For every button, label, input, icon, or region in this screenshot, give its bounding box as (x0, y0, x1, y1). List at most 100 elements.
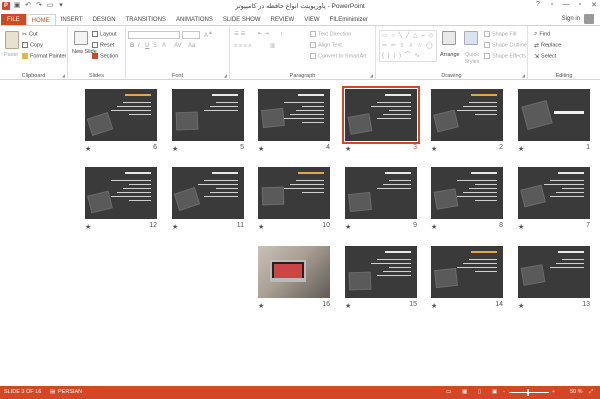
normal-view-icon[interactable]: ▭ (446, 389, 451, 395)
columns-icon[interactable]: ▥ (270, 43, 275, 49)
slide-preview[interactable] (518, 167, 590, 219)
slide-preview[interactable] (518, 246, 590, 298)
format-painter-button[interactable]: Format Painter (22, 53, 66, 59)
italic-icon[interactable]: I (138, 43, 140, 49)
slide-transition-star-icon[interactable]: ★ (172, 145, 178, 153)
close-button[interactable]: ✕ (590, 1, 598, 9)
restore-button[interactable]: ▫ (576, 1, 584, 9)
slide-preview[interactable] (85, 89, 157, 141)
slide-preview[interactable] (258, 89, 330, 141)
slide-thumbnail[interactable]: ★ 6 (85, 89, 157, 153)
slide-preview[interactable] (431, 246, 503, 298)
slide-preview[interactable] (258, 167, 330, 219)
slide-transition-star-icon[interactable]: ★ (85, 223, 91, 231)
line-spacing-icon[interactable]: ↕ (280, 31, 283, 37)
language-indicator[interactable]: PERSIAN (58, 389, 82, 395)
bullets-icon[interactable]: ☰ ☰ (234, 31, 245, 37)
section-button[interactable]: Section (92, 53, 118, 59)
bold-icon[interactable]: B (130, 43, 134, 49)
slide-transition-star-icon[interactable]: ★ (345, 145, 351, 153)
slide-thumbnail[interactable]: ★ 11 (172, 167, 244, 231)
language-icon[interactable]: ▤ (50, 389, 55, 395)
change-case-icon[interactable]: Aa (188, 43, 195, 49)
select-button[interactable]: ⇲ Select (534, 53, 556, 60)
font-color-icon[interactable]: A (162, 43, 166, 49)
reading-view-icon[interactable]: ▯ (478, 389, 481, 395)
character-spacing-icon[interactable]: AV (174, 43, 182, 49)
slide-sorter-view-icon[interactable]: ▦ (462, 389, 467, 395)
slide-preview[interactable] (431, 89, 503, 141)
slide-thumbnail[interactable]: ★ 7 (518, 167, 590, 231)
paste-button[interactable]: Paste (4, 52, 18, 58)
align-text-button[interactable]: Align Text (310, 42, 342, 48)
font-launcher-icon[interactable]: ◢ (224, 73, 227, 78)
slide-preview[interactable] (172, 89, 244, 141)
clipboard-launcher-icon[interactable]: ◢ (62, 73, 65, 78)
help-button[interactable]: ? (534, 1, 542, 9)
slide-transition-star-icon[interactable]: ★ (85, 145, 91, 153)
underline-icon[interactable]: U (145, 43, 149, 49)
slide-transition-star-icon[interactable]: ★ (172, 223, 178, 231)
avatar[interactable] (584, 14, 594, 24)
ribbon-display-icon[interactable]: ▫ (548, 1, 556, 9)
slide-transition-star-icon[interactable]: ★ (518, 145, 524, 153)
sign-in-link[interactable]: Sign in (562, 16, 580, 22)
zoom-in-button[interactable]: + (552, 389, 555, 395)
shape-fill-button[interactable]: Shape Fill (484, 31, 516, 37)
shape-effects-button[interactable]: Shape Effects (484, 53, 526, 59)
slide-transition-star-icon[interactable]: ★ (345, 223, 351, 231)
shapes-gallery[interactable]: ▭ ○ ╲ ╱ △ ⌐ ◇ ⇨ ⇦ ⇧ ⇩ ☆ ◯{ } ( ) ⌒ ∿ (379, 30, 437, 62)
slide-preview[interactable] (85, 167, 157, 219)
zoom-slider-track[interactable] (509, 392, 549, 393)
font-size-input[interactable] (182, 31, 200, 39)
slide-thumbnail[interactable]: ★ 14 (431, 246, 503, 310)
slide-transition-star-icon[interactable]: ★ (345, 302, 351, 310)
slide-preview[interactable] (258, 246, 330, 298)
slide-thumbnail[interactable]: ★ 13 (518, 246, 590, 310)
quick-styles-button[interactable]: Quick Styles (462, 52, 482, 66)
slide-preview[interactable] (172, 167, 244, 219)
slide-transition-star-icon[interactable]: ★ (431, 302, 437, 310)
align-icons[interactable]: ≡ ≡ ≡ ≡ (234, 43, 251, 49)
replace-button[interactable]: ⇄ Replace (534, 42, 561, 49)
reset-button[interactable]: Reset (92, 42, 114, 48)
slide-thumbnail[interactable]: ★ 2 (431, 89, 503, 153)
strikethrough-icon[interactable]: S (153, 43, 157, 49)
grow-font-icon[interactable]: A▲ (204, 30, 213, 39)
slide-preview[interactable] (518, 89, 590, 141)
slide-transition-star-icon[interactable]: ★ (431, 145, 437, 153)
drawing-launcher-icon[interactable]: ◢ (522, 73, 525, 78)
slide-transition-star-icon[interactable]: ★ (518, 223, 524, 231)
minimize-button[interactable]: — (562, 1, 570, 9)
slide-thumbnail[interactable]: ★ 5 (172, 89, 244, 153)
layout-button[interactable]: Layout (92, 31, 117, 37)
slide-thumbnail[interactable]: ★ 15 (345, 246, 417, 310)
slide-show-view-icon[interactable]: ▣ (492, 389, 497, 395)
zoom-level[interactable]: 50 % (570, 389, 583, 395)
convert-smartart-button[interactable]: Convert to SmartArt (310, 53, 367, 59)
slide-thumbnail[interactable]: ★ 16 (258, 246, 330, 310)
slide-transition-star-icon[interactable]: ★ (518, 302, 524, 310)
slide-transition-star-icon[interactable]: ★ (258, 145, 264, 153)
zoom-slider-handle[interactable] (527, 389, 529, 396)
fit-to-window-icon[interactable]: ⤢ (589, 389, 593, 396)
copy-button[interactable]: Copy (22, 42, 43, 48)
slide-thumbnail[interactable]: ★ 3 (342, 86, 420, 153)
indent-icon[interactable]: ⇤ ⇥ (258, 31, 269, 37)
slide-thumbnail[interactable]: ★ 8 (431, 167, 503, 231)
slide-thumbnail[interactable]: ★ 12 (85, 167, 157, 231)
find-button[interactable]: ⌕ Find (534, 31, 550, 37)
slide-preview[interactable] (342, 86, 420, 144)
paragraph-launcher-icon[interactable]: ◢ (370, 73, 373, 78)
slide-preview[interactable] (431, 167, 503, 219)
slide-transition-star-icon[interactable]: ★ (431, 223, 437, 231)
font-family-input[interactable] (128, 31, 180, 39)
slide-preview[interactable] (345, 246, 417, 298)
slide-transition-star-icon[interactable]: ★ (258, 302, 264, 310)
slide-preview[interactable] (345, 167, 417, 219)
zoom-out-button[interactable]: - (503, 389, 505, 395)
slide-thumbnail[interactable]: ★ 9 (345, 167, 417, 231)
slide-thumbnail[interactable]: ★ 4 (258, 89, 330, 153)
arrange-button[interactable]: Arrange (440, 52, 460, 58)
shape-outline-button[interactable]: Shape Outline (484, 42, 527, 48)
